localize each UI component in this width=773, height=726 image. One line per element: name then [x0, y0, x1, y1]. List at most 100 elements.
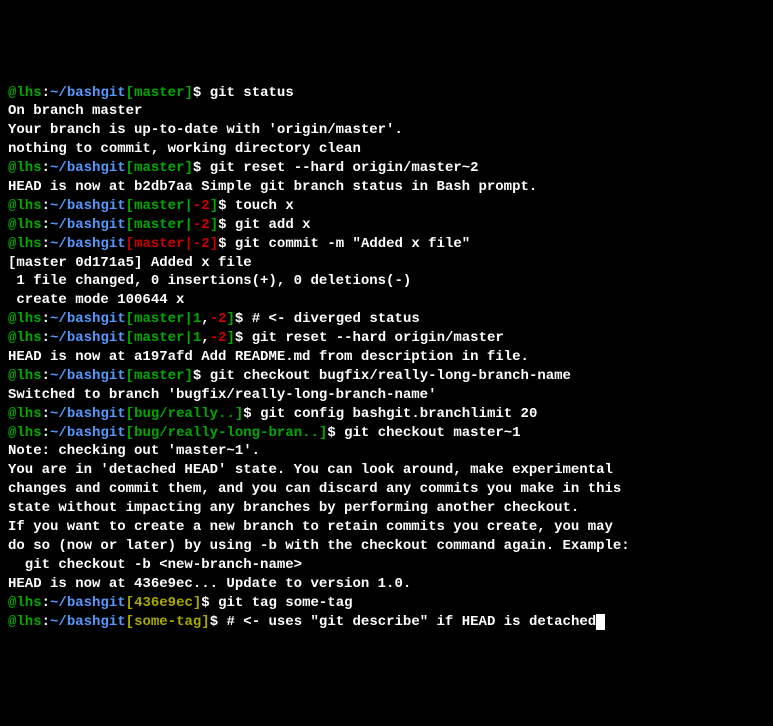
prompt-user: lhs	[16, 406, 41, 422]
prompt-bracket-open: [	[126, 217, 134, 233]
command-text: git config bashgit.branchlimit 20	[260, 406, 537, 422]
prompt-bracket-open: [	[126, 425, 134, 441]
prompt-branch: 436e9ec	[134, 595, 193, 611]
command-text: git checkout master~1	[344, 425, 520, 441]
prompt-behind: -2	[210, 330, 227, 346]
prompt-dollar: $	[193, 85, 210, 101]
prompt-dollar: $	[218, 198, 235, 214]
prompt-line[interactable]: @lhs:~/bashgit[master|-2]$ touch x	[8, 197, 765, 216]
prompt-bracket-open: [	[126, 368, 134, 384]
command-text: git reset --hard origin/master	[252, 330, 504, 346]
prompt-path: ~/bashgit	[50, 236, 126, 252]
prompt-line[interactable]: @lhs:~/bashgit[master|1,-2]$ # <- diverg…	[8, 310, 765, 329]
prompt-colon: :	[42, 330, 50, 346]
prompt-line[interactable]: @lhs:~/bashgit[bug/really..]$ git config…	[8, 405, 765, 424]
prompt-status: -2	[193, 217, 210, 233]
prompt-bracket-open: [	[126, 236, 134, 252]
prompt-line[interactable]: @lhs:~/bashgit[436e9ec]$ git tag some-ta…	[8, 594, 765, 613]
prompt-user: lhs	[16, 85, 41, 101]
prompt-branch: bug/really-long-bran..	[134, 425, 319, 441]
prompt-bracket-open: [	[126, 311, 134, 327]
prompt-branch: master	[134, 330, 184, 346]
prompt-dollar: $	[243, 406, 260, 422]
output-line: create mode 100644 x	[8, 291, 765, 310]
prompt-dollar: $	[327, 425, 344, 441]
prompt-bracket-open: [	[126, 198, 134, 214]
terminal[interactable]: @lhs:~/bashgit[master]$ git statusOn bra…	[8, 84, 765, 632]
command-text: git reset --hard origin/master~2	[210, 160, 479, 176]
prompt-branch: master	[134, 198, 184, 214]
prompt-bracket-close: ]	[227, 311, 235, 327]
prompt-bracket-open: [	[126, 330, 134, 346]
prompt-divider: |	[184, 198, 192, 214]
prompt-user: lhs	[16, 198, 41, 214]
command-text: # <- diverged status	[252, 311, 420, 327]
prompt-line[interactable]: @lhs:~/bashgit[master|-2]$ git add x	[8, 216, 765, 235]
prompt-comma: ,	[201, 311, 209, 327]
command-text: git checkout bugfix/really-long-branch-n…	[210, 368, 571, 384]
prompt-user: lhs	[16, 614, 41, 630]
prompt-path: ~/bashgit	[50, 160, 126, 176]
prompt-branch: master	[134, 217, 184, 233]
command-text: git status	[210, 85, 294, 101]
output-line: do so (now or later) by using -b with th…	[8, 537, 765, 556]
prompt-dollar: $	[235, 311, 252, 327]
prompt-line[interactable]: @lhs:~/bashgit[master]$ git checkout bug…	[8, 367, 765, 386]
cursor	[596, 614, 605, 630]
prompt-path: ~/bashgit	[50, 406, 126, 422]
prompt-colon: :	[42, 217, 50, 233]
prompt-line[interactable]: @lhs:~/bashgit[master]$ git reset --hard…	[8, 159, 765, 178]
prompt-line[interactable]: @lhs:~/bashgit[bug/really-long-bran..]$ …	[8, 424, 765, 443]
prompt-colon: :	[42, 311, 50, 327]
prompt-user: lhs	[16, 595, 41, 611]
prompt-dollar: $	[210, 614, 227, 630]
prompt-colon: :	[42, 595, 50, 611]
prompt-user: lhs	[16, 368, 41, 384]
prompt-divider: |	[184, 236, 192, 252]
prompt-dollar: $	[193, 368, 210, 384]
prompt-bracket-open: [	[126, 406, 134, 422]
prompt-path: ~/bashgit	[50, 425, 126, 441]
prompt-comma: ,	[201, 330, 209, 346]
prompt-colon: :	[42, 368, 50, 384]
prompt-dollar: $	[201, 595, 218, 611]
prompt-bracket-close: ]	[184, 160, 192, 176]
prompt-branch: master	[134, 311, 184, 327]
prompt-user: lhs	[16, 311, 41, 327]
prompt-branch: master	[134, 368, 184, 384]
prompt-path: ~/bashgit	[50, 311, 126, 327]
prompt-line[interactable]: @lhs:~/bashgit[master]$ git status	[8, 84, 765, 103]
prompt-branch: master	[134, 85, 184, 101]
prompt-path: ~/bashgit	[50, 595, 126, 611]
output-line: You are in 'detached HEAD' state. You ca…	[8, 461, 765, 480]
prompt-bracket-open: [	[126, 595, 134, 611]
prompt-branch: master	[134, 236, 184, 252]
prompt-bracket-close: ]	[227, 330, 235, 346]
prompt-line[interactable]: @lhs:~/bashgit[master|1,-2]$ git reset -…	[8, 329, 765, 348]
prompt-colon: :	[42, 425, 50, 441]
output-line: If you want to create a new branch to re…	[8, 518, 765, 537]
prompt-path: ~/bashgit	[50, 198, 126, 214]
prompt-branch: master	[134, 160, 184, 176]
prompt-path: ~/bashgit	[50, 368, 126, 384]
prompt-line[interactable]: @lhs:~/bashgit[master|-2]$ git commit -m…	[8, 235, 765, 254]
prompt-bracket-open: [	[126, 614, 134, 630]
prompt-dollar: $	[193, 160, 210, 176]
command-text: # <- uses "git describe" if HEAD is deta…	[227, 614, 597, 630]
prompt-colon: :	[42, 614, 50, 630]
prompt-colon: :	[42, 236, 50, 252]
prompt-dollar: $	[218, 217, 235, 233]
output-line: HEAD is now at 436e9ec... Update to vers…	[8, 575, 765, 594]
output-line: [master 0d171a5] Added x file	[8, 254, 765, 273]
output-line: git checkout -b <new-branch-name>	[8, 556, 765, 575]
output-line: HEAD is now at b2db7aa Simple git branch…	[8, 178, 765, 197]
prompt-divider: |	[184, 217, 192, 233]
prompt-bracket-open: [	[126, 85, 134, 101]
prompt-branch: some-tag	[134, 614, 201, 630]
prompt-dollar: $	[218, 236, 235, 252]
prompt-user: lhs	[16, 330, 41, 346]
output-line: changes and commit them, and you can dis…	[8, 480, 765, 499]
output-line: HEAD is now at a197afd Add README.md fro…	[8, 348, 765, 367]
prompt-line[interactable]: @lhs:~/bashgit[some-tag]$ # <- uses "git…	[8, 613, 765, 632]
prompt-path: ~/bashgit	[50, 330, 126, 346]
